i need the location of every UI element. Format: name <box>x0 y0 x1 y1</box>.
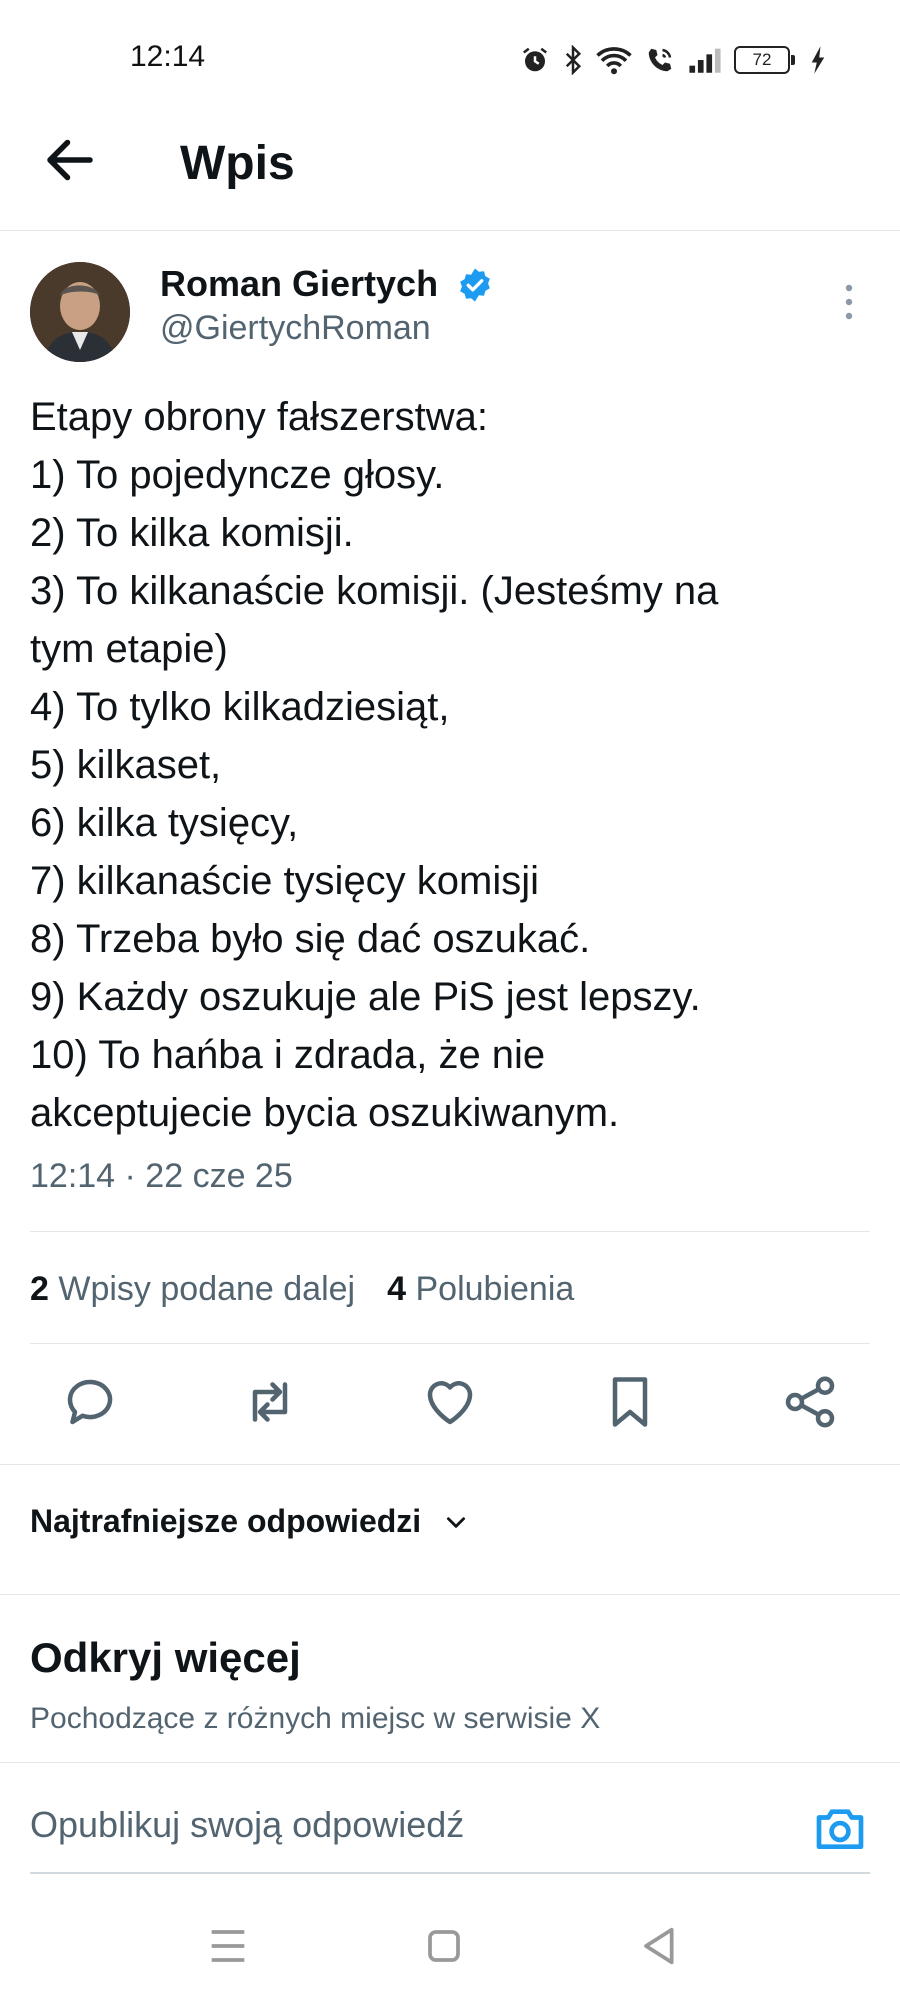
likes-stat[interactable]: 4 Polubienia <box>387 1270 574 1308</box>
share-icon[interactable] <box>780 1372 840 1432</box>
status-icons: 72 <box>520 40 828 80</box>
post-text-line: 7) kilkanaście tysięcy komisji <box>30 859 540 903</box>
wifi-icon <box>596 47 632 75</box>
post-timestamp[interactable]: 12:14 · 22 cze 25 <box>30 1157 293 1196</box>
replies-sort-label: Najtrafniejsze odpowiedzi <box>30 1503 422 1539</box>
actions-divider <box>0 1464 900 1465</box>
like-icon[interactable] <box>420 1372 480 1432</box>
post-text-line: 3) To kilkanaście komisji. (Jesteśmy na <box>30 569 719 613</box>
status-time: 12:14 <box>130 40 206 73</box>
post-text: Etapy obrony fałszerstwa: 1) To pojedync… <box>30 388 870 1142</box>
post-text-line: 5) kilkaset, <box>30 743 222 787</box>
reply-input[interactable] <box>30 1804 790 1846</box>
verified-badge-icon <box>460 268 490 302</box>
post-text-line: 9) Każdy oszukuje ale PiS jest lepszy. <box>30 975 701 1019</box>
post-text-line: 6) kilka tysięcy, <box>30 801 299 845</box>
alarm-icon <box>523 47 547 72</box>
stats-divider <box>30 1343 870 1344</box>
arrow-left-icon[interactable] <box>40 130 100 190</box>
reposts-stat[interactable]: 2 Wpisy podane dalej <box>30 1270 355 1308</box>
menu-icon[interactable] <box>200 1918 256 1974</box>
bookmark-icon[interactable] <box>600 1372 660 1432</box>
page-title: Wpis <box>180 137 295 190</box>
discover-subtitle: Pochodzące z różnych miejsc w serwisie X <box>30 1702 601 1735</box>
post-stats: 2 Wpisy podane dalej 4 Polubienia <box>30 1270 574 1309</box>
avatar-image <box>30 262 130 362</box>
discover-title: Odkryj więcej <box>30 1634 301 1681</box>
discover-divider <box>0 1762 900 1763</box>
reply-input-underline <box>30 1872 870 1874</box>
home-icon[interactable] <box>416 1918 472 1974</box>
likes-label: Polubienia <box>415 1270 575 1308</box>
charging-icon <box>811 46 825 74</box>
chevron-down-icon <box>447 1516 466 1528</box>
replies-sort-button[interactable]: Najtrafniejsze odpowiedzi <box>30 1503 469 1540</box>
reply-icon[interactable] <box>60 1372 120 1432</box>
author-name[interactable]: Roman Giertych <box>160 263 438 305</box>
author-handle[interactable]: @GiertychRoman <box>160 309 431 348</box>
post-text-line: 4) To tylko kilkadziesiąt, <box>30 685 450 729</box>
signal-icon <box>689 48 721 73</box>
camera-icon[interactable] <box>812 1800 868 1856</box>
post-text-line: tym etapie) <box>30 627 228 671</box>
post-text-line: 8) Trzeba było się dać oszukać. <box>30 917 591 961</box>
avatar[interactable] <box>30 262 130 362</box>
timestamp-divider <box>30 1231 870 1232</box>
post-text-line: Etapy obrony fałszerstwa: <box>30 395 488 439</box>
bluetooth-icon <box>565 45 582 75</box>
sort-divider <box>0 1594 900 1595</box>
reposts-count: 2 <box>30 1270 49 1308</box>
more-options-icon[interactable] <box>838 282 860 322</box>
likes-count: 4 <box>387 1270 407 1308</box>
reposts-label: Wpisy podane dalej <box>58 1270 356 1308</box>
header-divider <box>0 230 900 231</box>
wifi-call-icon <box>648 48 672 72</box>
post-text-line: 2) To kilka komisji. <box>30 511 354 555</box>
repost-icon[interactable] <box>240 1372 300 1432</box>
back-triangle-icon[interactable] <box>632 1918 688 1974</box>
post-text-line: akceptujecie bycia oszukiwanym. <box>30 1091 620 1135</box>
post-text-line: 1) To pojedyncze głosy. <box>30 453 445 497</box>
post-text-line: 10) To hańba i zdrada, że nie <box>30 1033 546 1077</box>
battery-icon: 72 <box>734 46 795 74</box>
